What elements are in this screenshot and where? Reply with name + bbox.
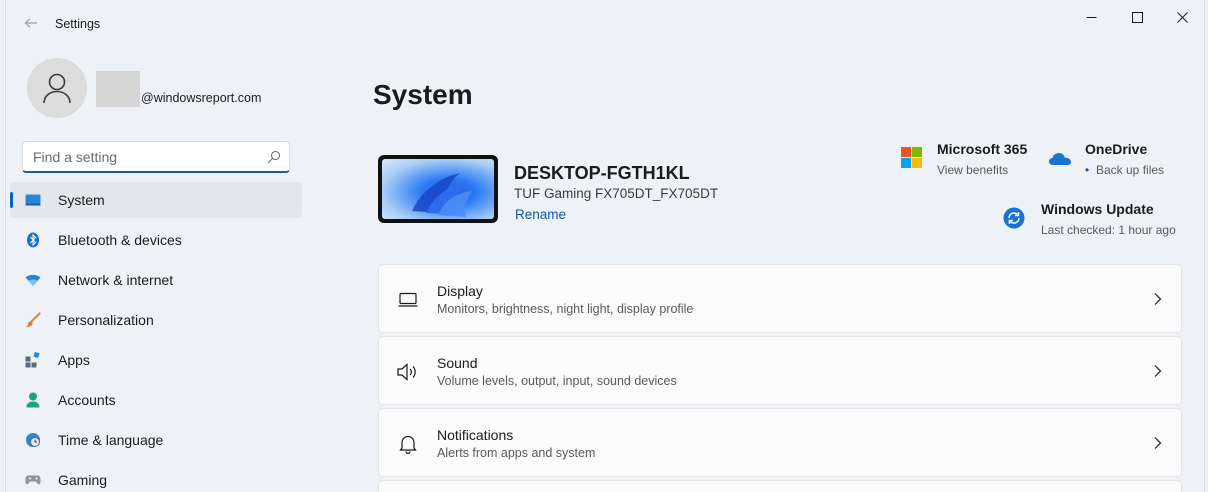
windows-update-card[interactable]: Windows Update Last checked: 1 hour ago [1003, 201, 1179, 241]
wifi-icon [25, 272, 41, 288]
sidebar-item-label: Personalization [58, 312, 154, 328]
sidebar-item-gaming[interactable]: Gaming [10, 462, 302, 492]
person-icon [25, 392, 41, 408]
close-icon [1176, 11, 1188, 23]
settings-window: Settings @windowsreport.com Find a setti… [5, 0, 1205, 492]
onedrive-card[interactable]: OneDrive • Back up files [1048, 141, 1178, 181]
microsoft-365-title: Microsoft 365 [937, 141, 1028, 157]
clock-globe-icon [25, 432, 41, 448]
setting-row-display[interactable]: Display Monitors, brightness, night ligh… [378, 264, 1182, 333]
chevron-right-icon [1154, 365, 1162, 377]
setting-subtitle: Monitors, brightness, night light, displ… [437, 302, 694, 316]
monitor-icon [397, 289, 419, 311]
maximize-icon [1131, 11, 1143, 23]
onedrive-cloud-icon [1049, 153, 1071, 165]
system-icon [25, 192, 41, 208]
sidebar-item-label: System [58, 192, 105, 208]
minimize-button[interactable] [1068, 4, 1114, 30]
sidebar-item-personalization[interactable]: Personalization [10, 302, 302, 338]
search-icon[interactable] [267, 150, 281, 164]
avatar[interactable] [27, 58, 87, 118]
setting-title: Notifications [437, 427, 514, 443]
account-name-redacted [96, 71, 140, 107]
setting-row-partial[interactable] [378, 480, 1182, 492]
sidebar-item-label: Network & internet [58, 272, 174, 288]
chevron-right-icon [1154, 437, 1162, 449]
bell-icon [397, 433, 419, 455]
device-name: DESKTOP-FGTH1KL [514, 163, 690, 183]
windows-update-title: Windows Update [1041, 201, 1154, 217]
back-arrow-icon [24, 18, 37, 28]
sidebar-item-time-language[interactable]: Time & language [10, 422, 302, 458]
title-bar: Settings [6, 0, 1204, 48]
setting-title: Sound [437, 355, 478, 371]
microsoft-365-card[interactable]: Microsoft 365 View benefits [901, 141, 1041, 181]
search-box[interactable] [22, 141, 290, 173]
maximize-button[interactable] [1114, 4, 1160, 30]
person-avatar-icon [43, 73, 71, 104]
rename-link[interactable]: Rename [515, 207, 566, 222]
page-title: System [373, 79, 473, 110]
setting-row-notifications[interactable]: Notifications Alerts from apps and syste… [378, 408, 1182, 477]
onedrive-subtitle: Back up files [1096, 163, 1165, 177]
setting-row-sound[interactable]: Sound Volume levels, output, input, soun… [378, 336, 1182, 405]
chevron-right-icon [1154, 293, 1162, 305]
windows-update-subtitle: Last checked: 1 hour ago [1041, 223, 1176, 237]
brush-icon [25, 312, 41, 328]
onedrive-title: OneDrive [1085, 141, 1148, 157]
apps-icon [25, 352, 41, 368]
sidebar-nav: System Bluetooth & devices Network & int… [10, 182, 302, 492]
device-model: TUF Gaming FX705DT_FX705DT [514, 186, 719, 201]
settings-list: Display Monitors, brightness, night ligh… [378, 264, 1182, 492]
account-email: @windowsreport.com [141, 91, 262, 105]
sidebar-item-system[interactable]: System [10, 182, 302, 218]
setting-subtitle: Alerts from apps and system [437, 446, 596, 460]
sidebar-item-apps[interactable]: Apps [10, 342, 302, 378]
sidebar-item-label: Bluetooth & devices [58, 232, 182, 248]
sidebar-item-accounts[interactable]: Accounts [10, 382, 302, 418]
search-input[interactable] [33, 144, 263, 169]
speaker-icon [397, 361, 419, 383]
sidebar-item-label: Time & language [58, 432, 164, 448]
setting-title: Display [437, 283, 483, 299]
gamepad-icon [25, 472, 41, 488]
sidebar-item-label: Apps [58, 352, 90, 368]
sidebar-item-network[interactable]: Network & internet [10, 262, 302, 298]
close-button[interactable] [1159, 4, 1205, 30]
sidebar-item-label: Accounts [58, 392, 116, 408]
microsoft-logo-icon [901, 147, 922, 168]
back-button[interactable] [20, 12, 42, 34]
microsoft-365-subtitle: View benefits [937, 163, 1009, 177]
setting-subtitle: Volume levels, output, input, sound devi… [437, 374, 677, 388]
wallpaper-preview [382, 159, 494, 219]
onedrive-subtitle-bullet: • [1085, 163, 1090, 177]
device-thumbnail [378, 155, 498, 223]
minimize-icon [1086, 16, 1096, 18]
bluetooth-icon [25, 232, 41, 248]
app-title: Settings [55, 17, 101, 31]
windows-update-icon [1003, 207, 1025, 229]
sidebar-item-label: Gaming [58, 472, 108, 488]
sidebar-item-bluetooth[interactable]: Bluetooth & devices [10, 222, 302, 258]
